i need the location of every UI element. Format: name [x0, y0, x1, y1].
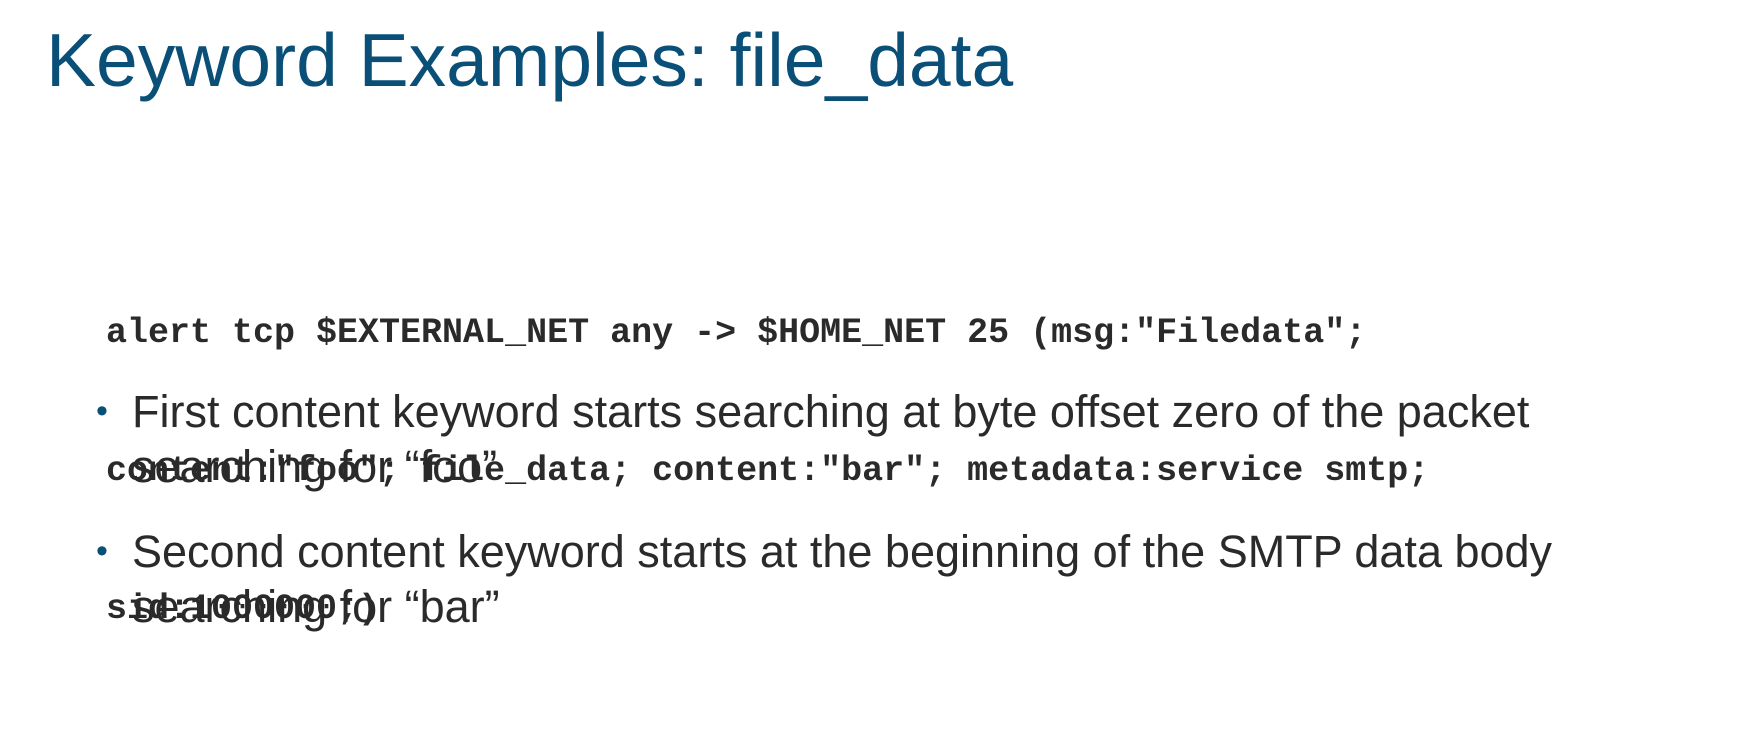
bullet-item: • First content keyword starts searching… [96, 384, 1726, 494]
bullet-text-line: searching for “foo” [132, 441, 498, 492]
bullet-text-line: Second content keyword starts at the beg… [132, 526, 1553, 577]
slide: Keyword Examples: file_data alert tcp $E… [0, 0, 1746, 740]
slide-title: Keyword Examples: file_data [46, 18, 1014, 102]
bullet-text-line: searching for “bar” [132, 581, 500, 632]
bullet-item: • Second content keyword starts at the b… [96, 524, 1726, 634]
bullet-icon: • [96, 392, 108, 430]
bullet-icon: • [96, 532, 108, 570]
bullet-text-line: First content keyword starts searching a… [132, 386, 1530, 437]
code-line: alert tcp $EXTERNAL_NET any -> $HOME_NET… [106, 313, 1367, 353]
bullet-list: • First content keyword starts searching… [96, 384, 1726, 664]
